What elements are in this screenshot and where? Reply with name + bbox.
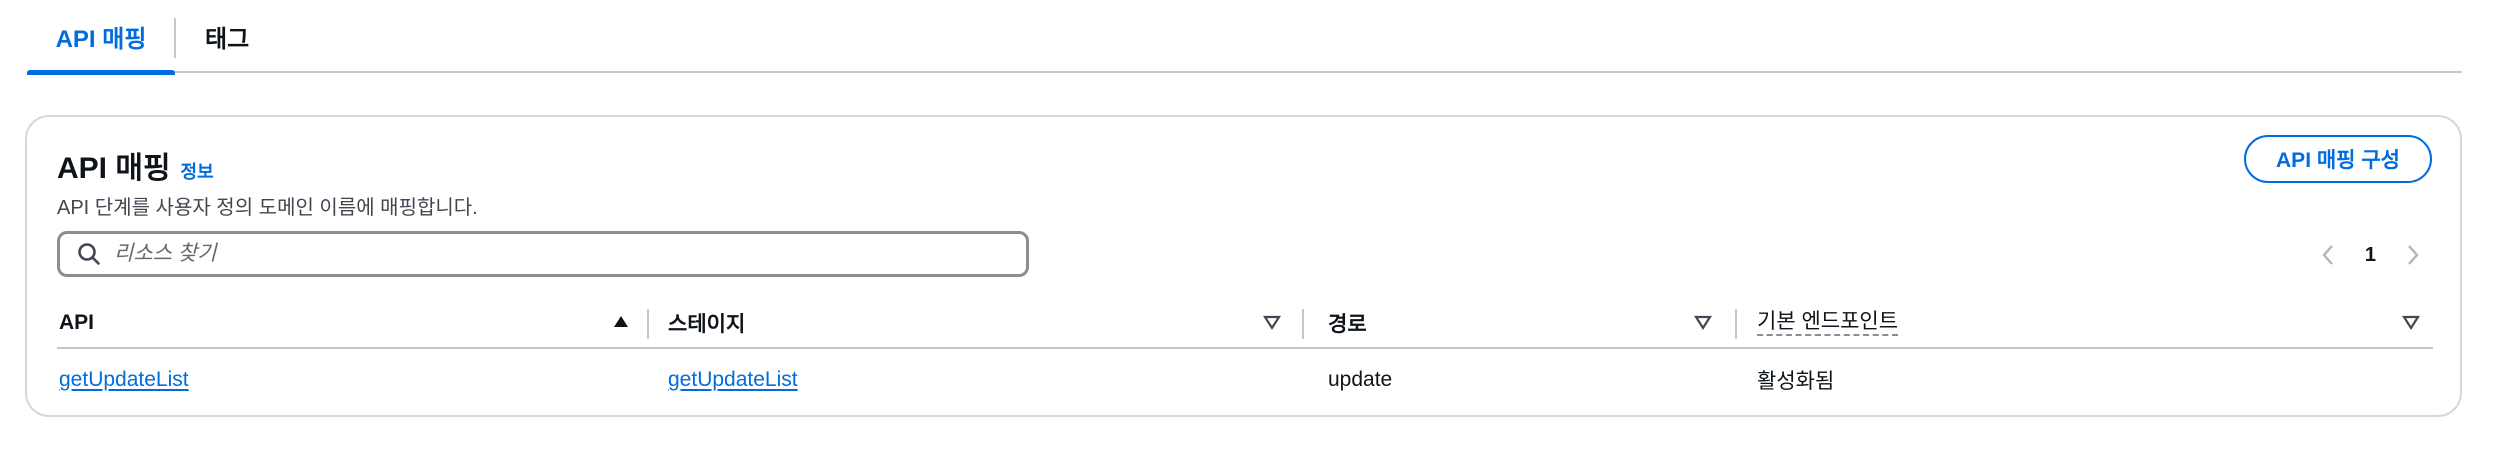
search-field[interactable]: [57, 231, 1029, 277]
section-header: API 매핑 정보: [57, 143, 214, 187]
sort-descending-icon[interactable]: [2402, 313, 2420, 331]
cell-path: update: [1328, 368, 1393, 391]
column-resizer[interactable]: [1735, 309, 1737, 339]
column-header-label: 경로: [1328, 313, 1367, 336]
column-resizer[interactable]: [647, 309, 649, 339]
stage-link[interactable]: getUpdateList: [668, 368, 798, 392]
pagination: 1: [2319, 235, 2422, 275]
column-header-api[interactable]: API: [59, 299, 94, 347]
info-link[interactable]: 정보: [181, 158, 214, 184]
cell-api: getUpdateList: [59, 352, 189, 408]
column-resizer[interactable]: [1302, 309, 1304, 339]
sort-ascending-icon[interactable]: [612, 313, 630, 331]
tab-tags-label: 태그: [205, 26, 250, 53]
column-header-label: 스테이지: [668, 313, 746, 336]
chevron-right-icon: [2408, 245, 2419, 265]
tab-bar: API 매핑 태그: [27, 0, 2462, 75]
sort-descending-icon[interactable]: [1263, 313, 1281, 331]
api-link[interactable]: getUpdateList: [59, 368, 189, 392]
configure-api-mappings-button[interactable]: API 매핑 구성: [2244, 135, 2432, 183]
previous-page-button[interactable]: [2319, 243, 2337, 267]
sort-descending-icon[interactable]: [1694, 313, 1712, 331]
column-header-label[interactable]: 기본 엔드포인트: [1757, 310, 1899, 336]
section-title: API 매핑: [57, 152, 171, 185]
tab-tags[interactable]: 태그: [205, 0, 249, 73]
column-header-path[interactable]: 경로: [1328, 299, 1367, 347]
search-input[interactable]: [114, 242, 994, 266]
column-header-stage[interactable]: 스테이지: [668, 299, 745, 347]
tab-divider: [174, 18, 176, 58]
column-header-label: API: [59, 311, 95, 334]
column-header-default-endpoint[interactable]: 기본 엔드포인트: [1757, 299, 1899, 347]
cell-default-endpoint: 활성화됨: [1757, 370, 1835, 393]
table-header: API 스테이지 경로 기본 엔드포인트: [57, 299, 2433, 349]
api-mappings-container: API 매핑 정보 API 단계를 사용자 정의 도메인 이름에 매핑합니다. …: [25, 115, 2462, 417]
section-description: API 단계를 사용자 정의 도메인 이름에 매핑합니다.: [57, 197, 478, 219]
tab-api-mappings[interactable]: API 매핑: [27, 0, 175, 75]
next-page-button[interactable]: [2404, 243, 2422, 267]
search-icon: [78, 243, 100, 265]
page-number[interactable]: 1: [2365, 244, 2376, 267]
table-row: getUpdateList getUpdateList update 활성화됨: [57, 352, 2433, 408]
tab-api-mappings-label: API 매핑: [55, 26, 147, 53]
cell-stage: getUpdateList: [668, 352, 798, 408]
chevron-left-icon: [2322, 245, 2333, 265]
